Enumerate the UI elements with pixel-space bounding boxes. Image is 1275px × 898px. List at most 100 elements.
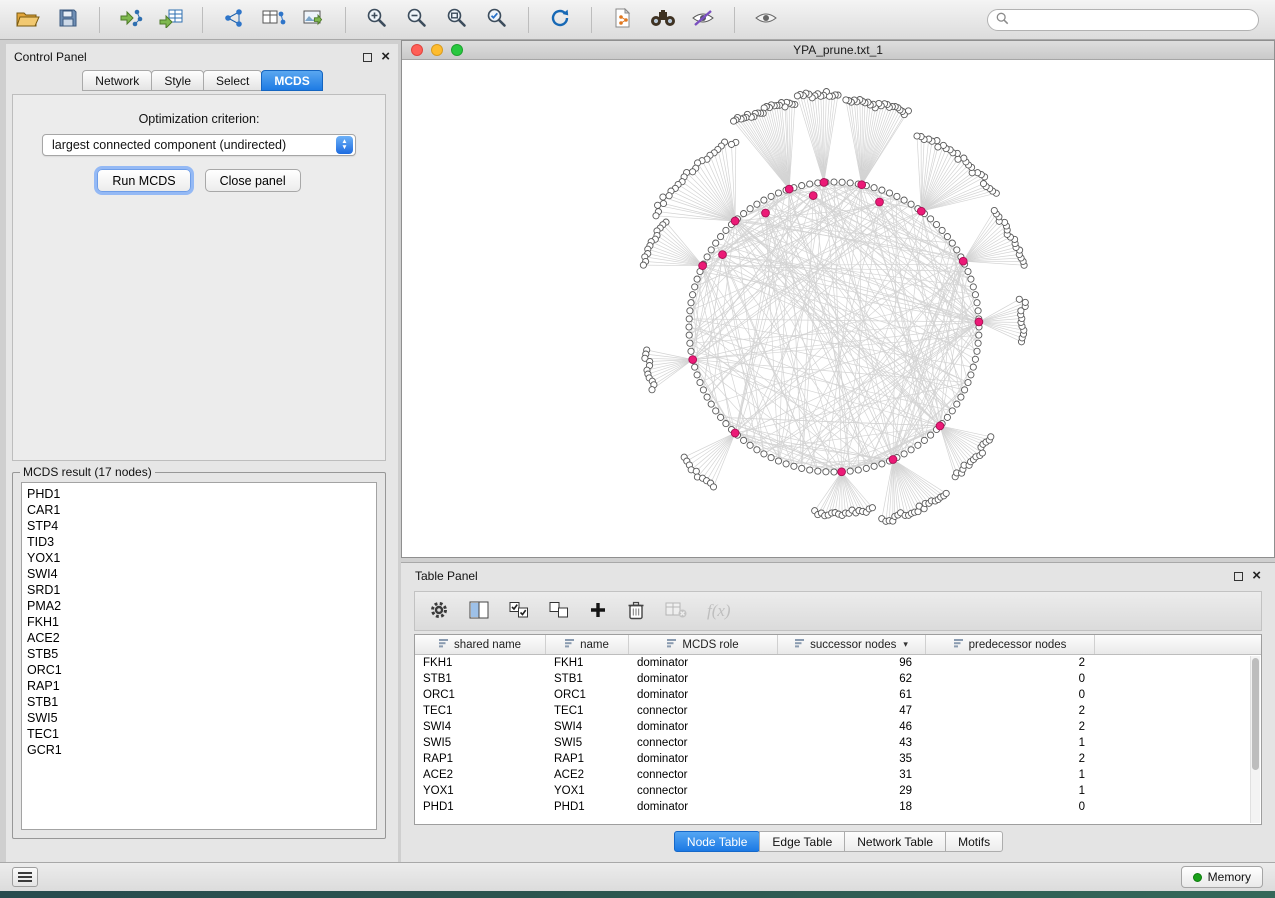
select-all-button[interactable] <box>509 601 529 622</box>
zoom-selected-button[interactable] <box>479 5 515 35</box>
search-input[interactable] <box>1014 13 1250 27</box>
column-chooser-button[interactable] <box>469 601 489 622</box>
delete-table-button <box>665 601 687 622</box>
sort-icon <box>565 638 575 651</box>
sort-icon <box>667 638 677 651</box>
maximize-window-icon[interactable] <box>451 44 463 56</box>
mcds-result-item[interactable]: PMA2 <box>27 598 371 614</box>
mcds-result-item[interactable]: RAP1 <box>27 678 371 694</box>
column-header-successor-nodes[interactable]: successor nodes▾ <box>778 635 926 654</box>
level-of-detail-button[interactable] <box>748 5 784 35</box>
save-session-button[interactable] <box>50 5 86 35</box>
trash-icon <box>627 600 645 623</box>
table-row[interactable]: YOX1YOX1connector291 <box>415 783 1261 799</box>
gear-icon <box>429 600 449 623</box>
zoom-out-button[interactable] <box>399 5 435 35</box>
column-header-predecessor-nodes[interactable]: predecessor nodes <box>926 635 1095 654</box>
fx-icon: f(x) <box>707 601 731 621</box>
zoom-fit-button[interactable] <box>439 5 475 35</box>
search-network-button[interactable] <box>645 5 681 35</box>
table-row[interactable]: ACE2ACE2connector311 <box>415 767 1261 783</box>
mcds-result-item[interactable]: ORC1 <box>27 662 371 678</box>
mcds-result-item[interactable]: SWI4 <box>27 566 371 582</box>
tab-node-table[interactable]: Node Table <box>674 831 761 852</box>
control-panel-tabs: NetworkStyleSelectMCDS <box>6 70 398 91</box>
delete-column-button[interactable] <box>627 600 645 623</box>
network-nodes-icon <box>223 8 245 31</box>
refresh-view-button[interactable] <box>542 5 578 35</box>
mcds-result-item[interactable]: GCR1 <box>27 742 371 758</box>
close-panel-button[interactable]: Close panel <box>205 169 301 192</box>
close-panel-icon[interactable]: × <box>381 52 390 62</box>
deselect-all-button[interactable] <box>549 601 569 622</box>
deselect-all-icon <box>549 601 569 622</box>
mcds-result-item[interactable]: ACE2 <box>27 630 371 646</box>
mcds-result-item[interactable]: TID3 <box>27 534 371 550</box>
memory-button[interactable]: Memory <box>1181 866 1263 888</box>
mcds-result-title: MCDS result (17 nodes) <box>20 465 155 479</box>
table-row[interactable]: PHD1PHD1dominator180 <box>415 799 1261 815</box>
mcds-result-item[interactable]: CAR1 <box>27 502 371 518</box>
table-row[interactable]: STB1STB1dominator620 <box>415 671 1261 687</box>
scrollbar-thumb[interactable] <box>1252 658 1259 770</box>
mcds-result-item[interactable]: TEC1 <box>27 726 371 742</box>
export-image-button[interactable] <box>296 5 332 35</box>
import-network-button[interactable] <box>113 5 149 35</box>
column-header-name[interactable]: name <box>546 635 629 654</box>
add-column-button[interactable] <box>589 601 607 622</box>
table-row[interactable]: TEC1TEC1connector472 <box>415 703 1261 719</box>
tab-select[interactable]: Select <box>203 70 262 91</box>
tab-style[interactable]: Style <box>151 70 204 91</box>
table-row[interactable]: SWI4SWI4dominator462 <box>415 719 1261 735</box>
mcds-result-item[interactable]: YOX1 <box>27 550 371 566</box>
toolbar-separator <box>99 7 100 33</box>
close-window-icon[interactable] <box>411 44 423 56</box>
mcds-result-item[interactable]: STB5 <box>27 646 371 662</box>
mcds-result-item[interactable]: SWI5 <box>27 710 371 726</box>
import-table-button[interactable] <box>153 5 189 35</box>
table-scrollbar[interactable] <box>1250 656 1260 823</box>
image-export-icon <box>302 8 326 31</box>
hide-details-button[interactable] <box>685 5 721 35</box>
float-panel-icon[interactable] <box>363 53 372 62</box>
network-canvas[interactable] <box>402 60 1274 557</box>
table-settings-button[interactable] <box>429 600 449 623</box>
new-table-button[interactable] <box>256 5 292 35</box>
column-header-shared-name[interactable]: shared name <box>415 635 546 654</box>
select-all-icon <box>509 601 529 622</box>
tab-network-table[interactable]: Network Table <box>844 831 946 852</box>
mcds-result-item[interactable]: STP4 <box>27 518 371 534</box>
mcds-result-item[interactable]: PHD1 <box>27 486 371 502</box>
close-panel-icon[interactable]: × <box>1252 571 1261 581</box>
mcds-result-list[interactable]: PHD1CAR1STP4TID3YOX1SWI4SRD1PMA2FKH1ACE2… <box>21 482 377 830</box>
optimization-criterion-select[interactable]: largest connected component (undirected)… <box>42 134 356 156</box>
import-table-icon <box>159 8 183 31</box>
tab-mcds[interactable]: MCDS <box>261 70 322 91</box>
mcds-result-item[interactable]: SRD1 <box>27 582 371 598</box>
network-graph[interactable] <box>402 60 1268 557</box>
table-row[interactable]: FKH1FKH1dominator962 <box>415 655 1261 671</box>
tab-network[interactable]: Network <box>82 70 152 91</box>
zoom-in-button[interactable] <box>359 5 395 35</box>
tab-motifs[interactable]: Motifs <box>945 831 1003 852</box>
table-row[interactable]: RAP1RAP1dominator352 <box>415 751 1261 767</box>
network-window: YPA_prune.txt_1 <box>401 40 1275 558</box>
new-network-button[interactable] <box>216 5 252 35</box>
float-panel-icon[interactable] <box>1234 572 1243 581</box>
minimize-window-icon[interactable] <box>431 44 443 56</box>
run-mcds-button[interactable]: Run MCDS <box>97 169 190 192</box>
mcds-result-item[interactable]: FKH1 <box>27 614 371 630</box>
table-row[interactable]: ORC1ORC1dominator610 <box>415 687 1261 703</box>
table-tabs: Node TableEdge TableNetwork TableMotifs <box>401 831 1275 852</box>
toolbar-separator <box>528 7 529 33</box>
status-menu-button[interactable] <box>12 867 38 887</box>
table-row[interactable]: SWI5SWI5connector431 <box>415 735 1261 751</box>
open-session-button[interactable] <box>10 5 46 35</box>
share-document-button[interactable] <box>605 5 641 35</box>
function-builder-button: f(x) <box>707 601 731 621</box>
column-header-MCDS-role[interactable]: MCDS role <box>629 635 778 654</box>
tab-edge-table[interactable]: Edge Table <box>759 831 845 852</box>
mcds-result-item[interactable]: STB1 <box>27 694 371 710</box>
toolbar-separator <box>202 7 203 33</box>
network-window-titlebar[interactable]: YPA_prune.txt_1 <box>402 41 1274 60</box>
